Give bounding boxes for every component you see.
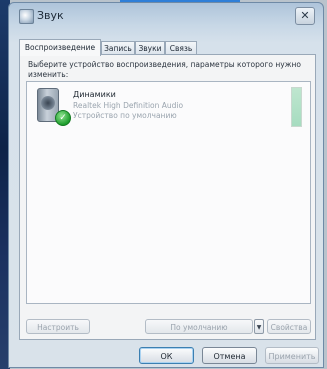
- properties-button[interactable]: Свойства: [267, 319, 311, 334]
- cancel-button[interactable]: Отмена: [202, 347, 257, 364]
- tab-playback[interactable]: Воспроизведение: [19, 39, 101, 56]
- set-default-button[interactable]: По умолчанию: [145, 319, 253, 334]
- tab-sounds[interactable]: Звуки: [135, 41, 165, 54]
- sound-dialog-window: Звук ✕ Воспроизведение Запись Звуки Связ…: [8, 2, 324, 368]
- title-bar[interactable]: Звук ✕: [9, 3, 323, 29]
- device-list[interactable]: ✓ Динамики Realtek High Definition Audio…: [26, 81, 311, 304]
- ok-button[interactable]: ОК: [139, 347, 194, 364]
- device-status: Устройство по умолчанию: [73, 111, 177, 120]
- apply-button[interactable]: Применить: [265, 347, 319, 364]
- tab-recording[interactable]: Запись: [101, 41, 135, 54]
- default-check-icon: ✓: [55, 110, 71, 126]
- set-default-dropdown-arrow[interactable]: ▼: [254, 319, 264, 334]
- device-name: Динамики: [73, 90, 116, 99]
- list-item-speakers[interactable]: ✓ Динамики Realtek High Definition Audio…: [29, 85, 286, 128]
- sound-app-icon: [19, 9, 34, 24]
- volume-level-meter: [291, 87, 302, 127]
- instruction-text: Выберите устройство воспроизведения, пар…: [28, 60, 301, 79]
- device-driver: Realtek High Definition Audio: [73, 101, 184, 110]
- speaker-icon: ✓: [35, 88, 71, 126]
- window-title: Звук: [37, 9, 64, 22]
- speaker-cone: [41, 96, 55, 110]
- close-button[interactable]: ✕: [295, 7, 315, 25]
- configure-button[interactable]: Настроить: [26, 319, 90, 334]
- tab-panel-playback: Выберите устройство воспроизведения, пар…: [19, 54, 316, 340]
- tab-communications[interactable]: Связь: [165, 41, 197, 54]
